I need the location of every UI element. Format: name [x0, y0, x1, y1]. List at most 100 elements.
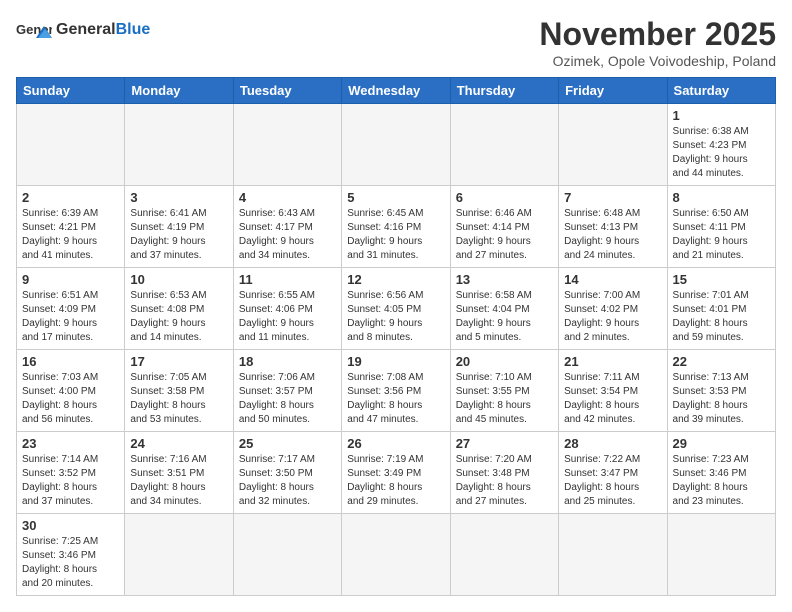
day-number: 9 [22, 272, 119, 287]
empty-cell [450, 514, 558, 596]
day-number: 29 [673, 436, 770, 451]
day-info: Sunrise: 7:22 AM Sunset: 3:47 PM Dayligh… [564, 453, 661, 509]
day-info: Sunrise: 7:03 AM Sunset: 4:00 PM Dayligh… [22, 371, 119, 427]
column-header-saturday: Saturday [667, 78, 775, 104]
day-info: Sunrise: 7:11 AM Sunset: 3:54 PM Dayligh… [564, 371, 661, 427]
day-info: Sunrise: 6:43 AM Sunset: 4:17 PM Dayligh… [239, 207, 336, 263]
day-info: Sunrise: 6:46 AM Sunset: 4:14 PM Dayligh… [456, 207, 553, 263]
day-cell-9: 9 Sunrise: 6:51 AM Sunset: 4:09 PM Daylig… [17, 268, 125, 350]
day-info: Sunrise: 7:01 AM Sunset: 4:01 PM Dayligh… [673, 289, 770, 345]
day-info: Sunrise: 6:50 AM Sunset: 4:11 PM Dayligh… [673, 207, 770, 263]
empty-cell [17, 104, 125, 186]
page-header: General GeneralBlue November 2025 Ozimek… [16, 16, 776, 69]
day-info: Sunrise: 6:39 AM Sunset: 4:21 PM Dayligh… [22, 207, 119, 263]
logo-icon: General [16, 16, 52, 44]
day-number: 27 [456, 436, 553, 451]
day-number: 1 [673, 108, 770, 123]
day-number: 21 [564, 354, 661, 369]
day-number: 3 [130, 190, 227, 205]
day-cell-17: 17Sunrise: 7:05 AM Sunset: 3:58 PM Dayli… [125, 350, 233, 432]
day-info: Sunrise: 7:13 AM Sunset: 3:53 PM Dayligh… [673, 371, 770, 427]
location-subtitle: Ozimek, Opole Voivodeship, Poland [539, 53, 776, 69]
day-number: 30 [22, 518, 119, 533]
day-number: 15 [673, 272, 770, 287]
day-number: 18 [239, 354, 336, 369]
day-cell-13: 13 Sunrise: 6:58 AM Sunset: 4:04 PM Dayli… [450, 268, 558, 350]
day-number: 5 [347, 190, 444, 205]
day-number: 12 [347, 272, 444, 287]
day-number: 11 [239, 272, 336, 287]
week-row-1: 1 Sunrise: 6:38 AM Sunset: 4:23 PM Daylig… [17, 104, 776, 186]
day-number: 20 [456, 354, 553, 369]
week-row-2: 2Sunrise: 6:39 AM Sunset: 4:21 PM Daylig… [17, 186, 776, 268]
column-header-tuesday: Tuesday [233, 78, 341, 104]
day-cell-16: 16 Sunrise: 7:03 AM Sunset: 4:00 PM Dayli… [17, 350, 125, 432]
day-number: 10 [130, 272, 227, 287]
week-row-4: 16 Sunrise: 7:03 AM Sunset: 4:00 PM Dayli… [17, 350, 776, 432]
logo-text-blue: Blue [116, 21, 151, 38]
empty-cell [450, 104, 558, 186]
day-info: Sunrise: 7:23 AM Sunset: 3:46 PM Dayligh… [673, 453, 770, 509]
day-number: 4 [239, 190, 336, 205]
day-info: Sunrise: 6:38 AM Sunset: 4:23 PM Dayligh… [673, 125, 770, 181]
day-cell-15: 15 Sunrise: 7:01 AM Sunset: 4:01 PM Dayli… [667, 268, 775, 350]
day-info: Sunrise: 7:25 AM Sunset: 3:46 PM Dayligh… [22, 535, 119, 591]
day-number: 16 [22, 354, 119, 369]
day-cell-10: 10 Sunrise: 6:53 AM Sunset: 4:08 PM Dayli… [125, 268, 233, 350]
column-header-wednesday: Wednesday [342, 78, 450, 104]
day-info: Sunrise: 7:10 AM Sunset: 3:55 PM Dayligh… [456, 371, 553, 427]
day-cell-24: 24Sunrise: 7:16 AM Sunset: 3:51 PM Dayli… [125, 432, 233, 514]
day-info: Sunrise: 7:20 AM Sunset: 3:48 PM Dayligh… [456, 453, 553, 509]
column-header-monday: Monday [125, 78, 233, 104]
day-info: Sunrise: 7:16 AM Sunset: 3:51 PM Dayligh… [130, 453, 227, 509]
empty-cell [559, 104, 667, 186]
day-cell-7: 7Sunrise: 6:48 AM Sunset: 4:13 PM Daylig… [559, 186, 667, 268]
day-info: Sunrise: 6:56 AM Sunset: 4:05 PM Dayligh… [347, 289, 444, 345]
week-row-6: 30 Sunrise: 7:25 AM Sunset: 3:46 PM Dayli… [17, 514, 776, 596]
week-row-5: 23Sunrise: 7:14 AM Sunset: 3:52 PM Dayli… [17, 432, 776, 514]
day-number: 8 [673, 190, 770, 205]
day-number: 7 [564, 190, 661, 205]
day-cell-3: 3Sunrise: 6:41 AM Sunset: 4:19 PM Daylig… [125, 186, 233, 268]
empty-cell [342, 104, 450, 186]
empty-cell [342, 514, 450, 596]
day-cell-6: 6 Sunrise: 6:46 AM Sunset: 4:14 PM Daylig… [450, 186, 558, 268]
empty-cell [125, 514, 233, 596]
day-cell-2: 2Sunrise: 6:39 AM Sunset: 4:21 PM Daylig… [17, 186, 125, 268]
day-info: Sunrise: 7:19 AM Sunset: 3:49 PM Dayligh… [347, 453, 444, 509]
day-number: 13 [456, 272, 553, 287]
month-title: November 2025 [539, 16, 776, 53]
day-info: Sunrise: 6:51 AM Sunset: 4:09 PM Dayligh… [22, 289, 119, 345]
day-info: Sunrise: 7:08 AM Sunset: 3:56 PM Dayligh… [347, 371, 444, 427]
day-cell-11: 11 Sunrise: 6:55 AM Sunset: 4:06 PM Dayli… [233, 268, 341, 350]
day-info: Sunrise: 6:53 AM Sunset: 4:08 PM Dayligh… [130, 289, 227, 345]
logo: General GeneralBlue [16, 16, 150, 44]
day-number: 28 [564, 436, 661, 451]
day-cell-27: 27 Sunrise: 7:20 AM Sunset: 3:48 PM Dayli… [450, 432, 558, 514]
column-header-sunday: Sunday [17, 78, 125, 104]
day-cell-28: 28 Sunrise: 7:22 AM Sunset: 3:47 PM Dayli… [559, 432, 667, 514]
day-info: Sunrise: 6:55 AM Sunset: 4:06 PM Dayligh… [239, 289, 336, 345]
day-cell-18: 18 Sunrise: 7:06 AM Sunset: 3:57 PM Dayli… [233, 350, 341, 432]
logo-text-general: General [56, 21, 116, 38]
day-number: 22 [673, 354, 770, 369]
day-cell-30: 30 Sunrise: 7:25 AM Sunset: 3:46 PM Dayli… [17, 514, 125, 596]
day-info: Sunrise: 6:45 AM Sunset: 4:16 PM Dayligh… [347, 207, 444, 263]
day-info: Sunrise: 7:17 AM Sunset: 3:50 PM Dayligh… [239, 453, 336, 509]
day-cell-21: 21 Sunrise: 7:11 AM Sunset: 3:54 PM Dayli… [559, 350, 667, 432]
day-cell-4: 4 Sunrise: 6:43 AM Sunset: 4:17 PM Daylig… [233, 186, 341, 268]
day-cell-25: 25Sunrise: 7:17 AM Sunset: 3:50 PM Dayli… [233, 432, 341, 514]
week-row-3: 9 Sunrise: 6:51 AM Sunset: 4:09 PM Daylig… [17, 268, 776, 350]
day-info: Sunrise: 7:06 AM Sunset: 3:57 PM Dayligh… [239, 371, 336, 427]
day-cell-29: 29 Sunrise: 7:23 AM Sunset: 3:46 PM Dayli… [667, 432, 775, 514]
day-info: Sunrise: 7:00 AM Sunset: 4:02 PM Dayligh… [564, 289, 661, 345]
day-cell-20: 20 Sunrise: 7:10 AM Sunset: 3:55 PM Dayli… [450, 350, 558, 432]
title-block: November 2025 Ozimek, Opole Voivodeship,… [539, 16, 776, 69]
empty-cell [233, 104, 341, 186]
empty-cell [559, 514, 667, 596]
day-number: 23 [22, 436, 119, 451]
day-number: 6 [456, 190, 553, 205]
empty-cell [233, 514, 341, 596]
day-info: Sunrise: 7:05 AM Sunset: 3:58 PM Dayligh… [130, 371, 227, 427]
day-info: Sunrise: 6:58 AM Sunset: 4:04 PM Dayligh… [456, 289, 553, 345]
